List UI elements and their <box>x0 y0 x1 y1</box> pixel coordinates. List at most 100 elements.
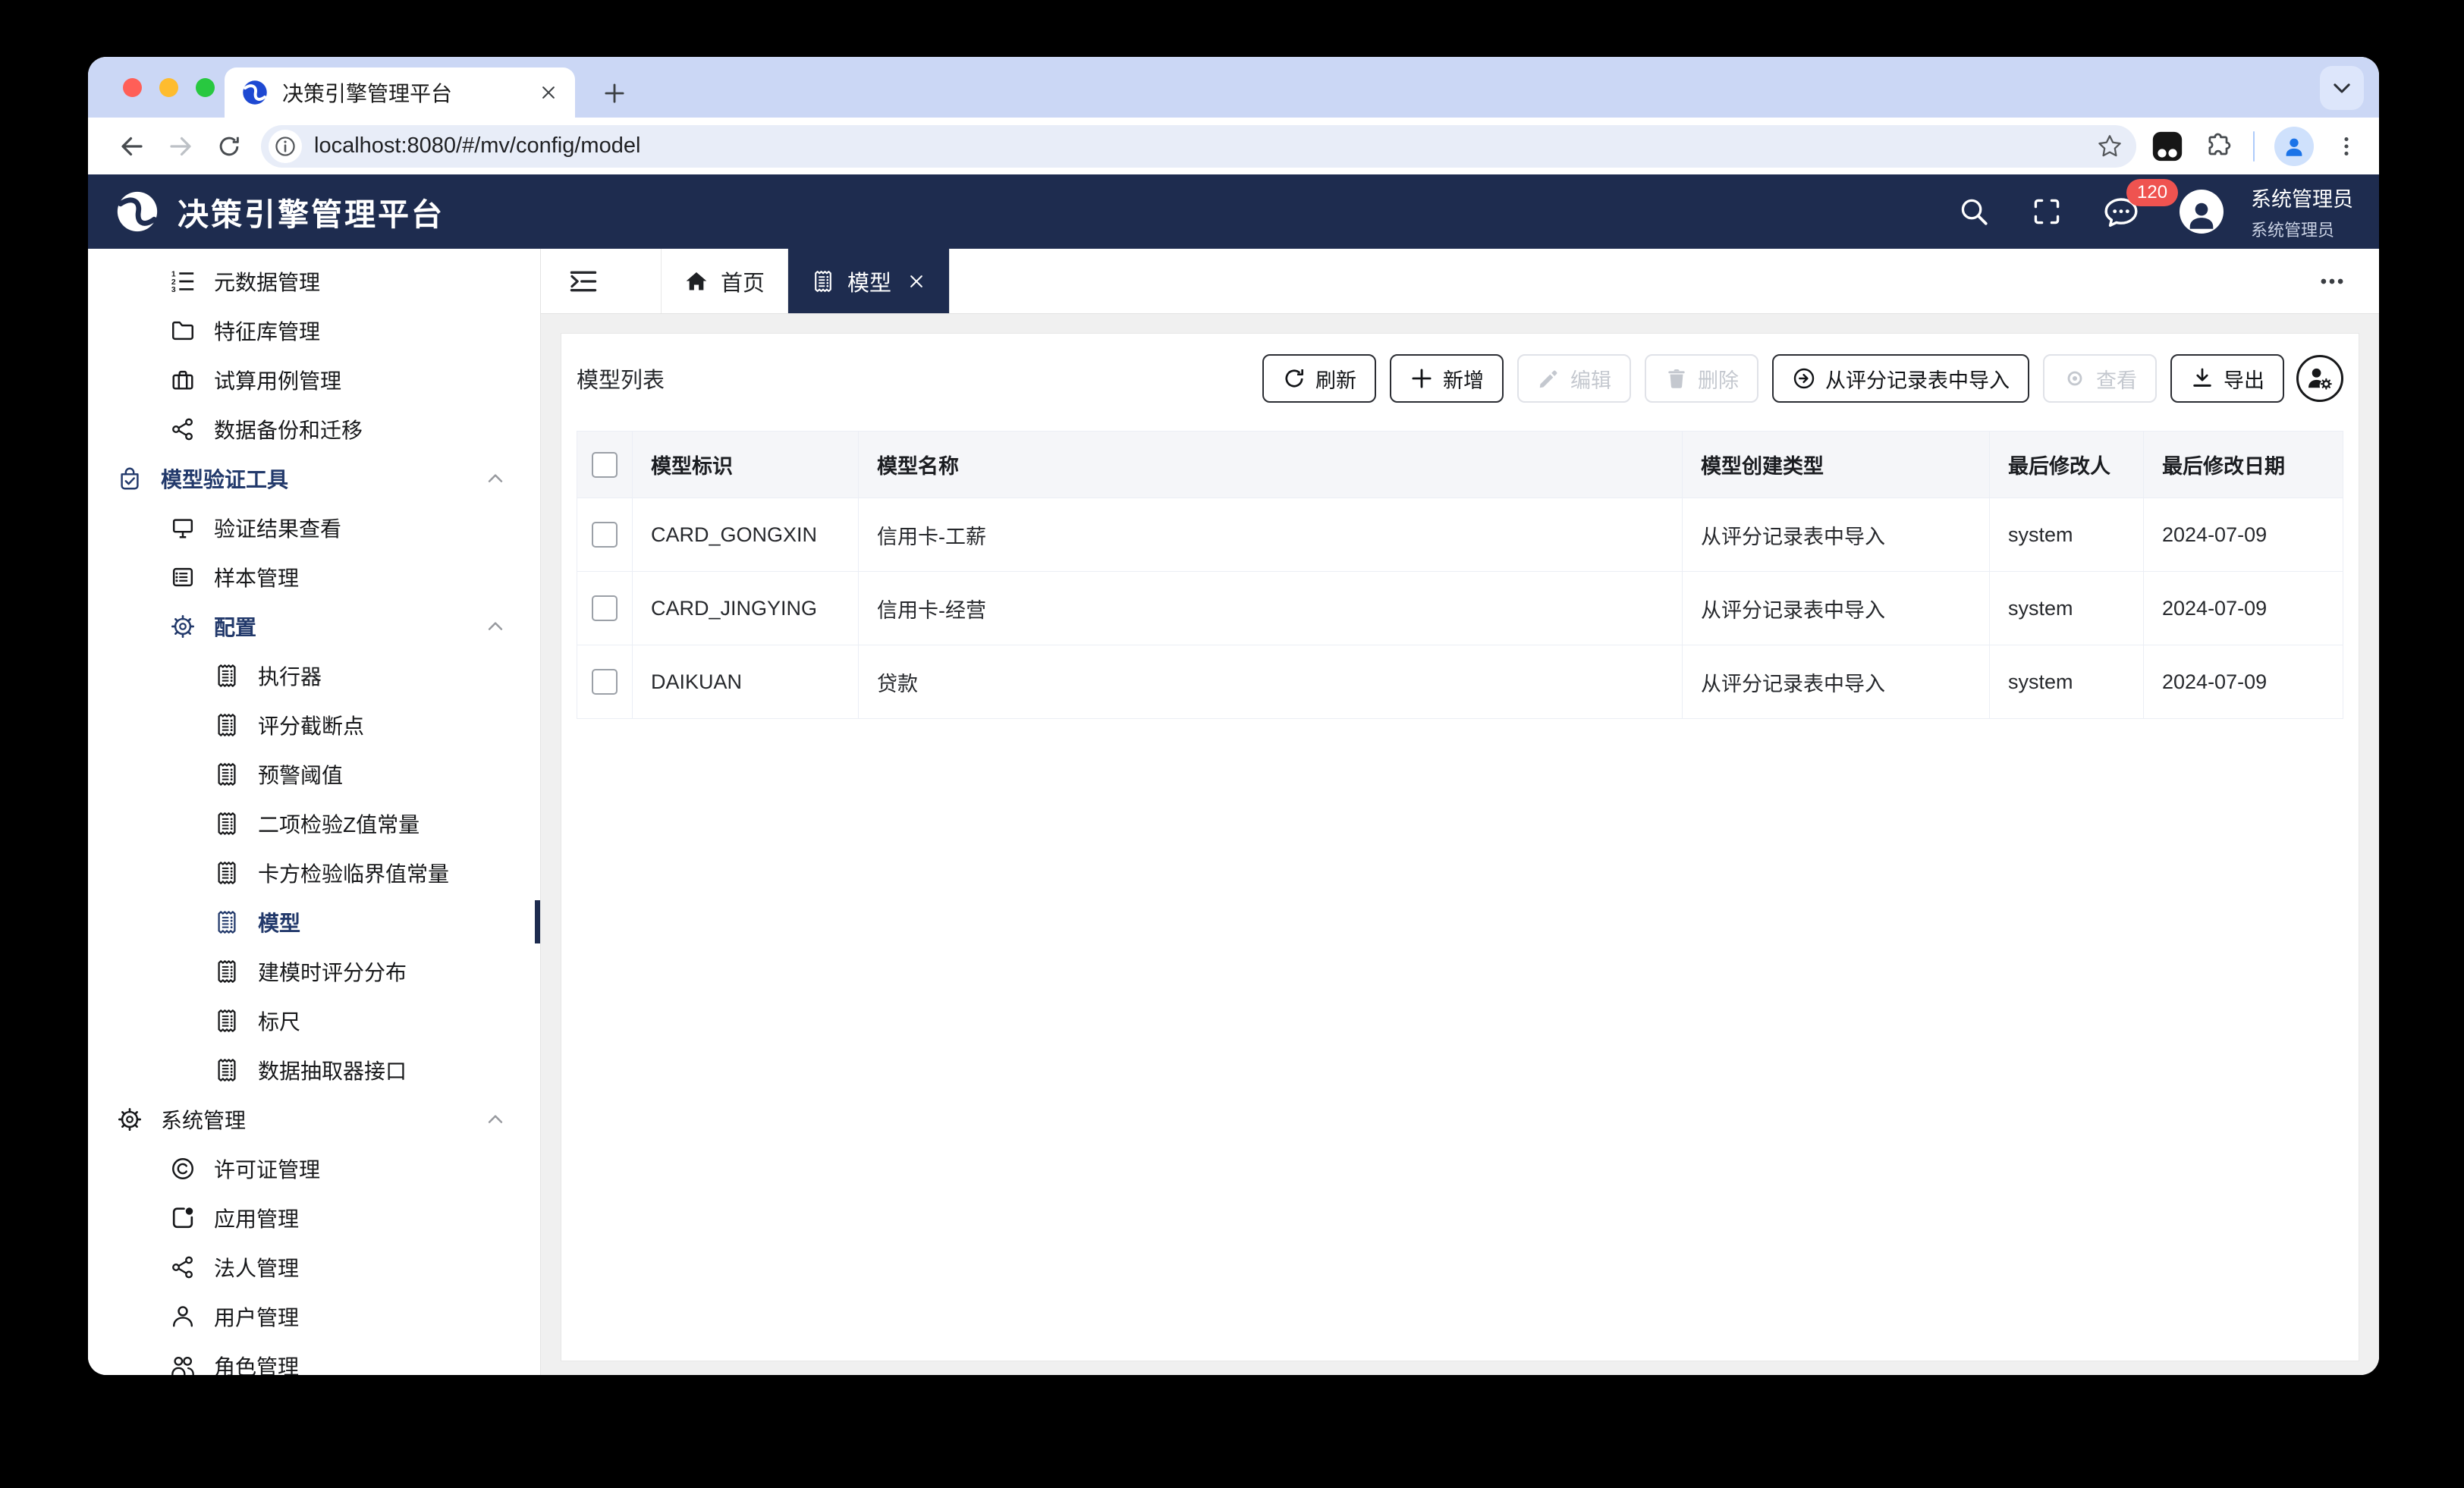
sidebar-item-applications[interactable]: 应用管理 <box>88 1193 540 1242</box>
arrow-right-circle-icon <box>1792 366 1816 391</box>
sidebar-item-sample-management[interactable]: 样本管理 <box>88 552 540 601</box>
row-checkbox[interactable] <box>592 669 618 695</box>
browser-tabstrip: 决策引擎管理平台 <box>88 57 2379 118</box>
new-tab-button[interactable] <box>595 74 634 113</box>
sidebar-item-model[interactable]: 模型 <box>88 897 540 946</box>
fullscreen-button[interactable] <box>2031 196 2063 228</box>
back-button[interactable] <box>108 122 156 171</box>
browser-tab[interactable]: 决策引擎管理平台 <box>225 67 575 118</box>
browser-profile-button[interactable] <box>2274 126 2314 166</box>
sidebar-item-warning-threshold[interactable]: 预警阈值 <box>88 749 540 799</box>
extension-app-icon[interactable] <box>2150 129 2185 164</box>
sidebar-item-label: 用户管理 <box>214 1305 300 1329</box>
global-search-button[interactable] <box>1958 196 1990 228</box>
user-avatar[interactable] <box>2180 190 2224 234</box>
sidebar-group-config[interactable]: 配置 <box>88 601 540 651</box>
sidebar-item-data-backup[interactable]: 数据备份和迁移 <box>88 404 540 454</box>
button-label: 删除 <box>1698 369 1739 392</box>
cell-model-name: 贷款 <box>858 645 1683 719</box>
add-button[interactable]: 新增 <box>1390 354 1504 403</box>
minimize-window-button[interactable] <box>159 78 178 97</box>
sidebar-item-label: 特征库管理 <box>214 319 321 344</box>
sidebar-item-roles[interactable]: 角色管理 <box>88 1341 540 1375</box>
table-row[interactable]: CARD_GONGXIN 信用卡-工薪 从评分记录表中导入 system 202… <box>577 498 2343 572</box>
message-count-badge: 120 <box>2126 179 2179 206</box>
extensions-puzzle-icon[interactable] <box>2205 132 2233 161</box>
url-bar[interactable]: localhost:8080/#/mv/config/model <box>261 124 2136 168</box>
select-all-checkbox[interactable] <box>592 451 618 478</box>
tab-model[interactable]: 模型 <box>788 249 951 313</box>
edit-button[interactable]: 编辑 <box>1517 354 1631 403</box>
row-checkbox[interactable] <box>592 522 618 548</box>
chevron-up-icon <box>486 1110 505 1129</box>
user-gear-icon <box>2305 363 2335 394</box>
sidebar-item-label: 试算用例管理 <box>214 369 342 393</box>
url-text[interactable]: localhost:8080/#/mv/config/model <box>314 133 2097 159</box>
sidebar-item-trial-cases[interactable]: 试算用例管理 <box>88 355 540 404</box>
sidebar-item-label: 评分截断点 <box>258 714 365 738</box>
sidebar-group-system[interactable]: 系统管理 <box>88 1094 540 1144</box>
sidebar-item-executor[interactable]: 执行器 <box>88 651 540 700</box>
close-tab-icon[interactable] <box>539 83 558 102</box>
column-header: 最后修改日期 <box>2143 431 2343 498</box>
sidebar-group-model-validation[interactable]: 模型验证工具 <box>88 454 540 503</box>
sidebar-item-data-extractor[interactable]: 数据抽取器接口 <box>88 1045 540 1094</box>
site-info-button[interactable] <box>269 129 302 163</box>
tab-home[interactable]: 首页 <box>661 249 789 313</box>
view-button[interactable]: 查看 <box>2043 354 2157 403</box>
reload-button[interactable] <box>205 122 253 171</box>
sidebar-item-score-cutoff[interactable]: 评分截断点 <box>88 700 540 749</box>
maximize-window-button[interactable] <box>196 78 215 97</box>
cell-modified-date: 2024-07-09 <box>2143 571 2343 645</box>
sidebar-item-users[interactable]: 用户管理 <box>88 1292 540 1341</box>
user-permission-button[interactable] <box>2296 355 2343 402</box>
refresh-button[interactable]: 刷新 <box>1262 354 1376 403</box>
sidebar-item-feature-library[interactable]: 特征库管理 <box>88 306 540 355</box>
sidebar-item-validation-results[interactable]: 验证结果查看 <box>88 503 540 552</box>
delete-button[interactable]: 删除 <box>1645 354 1758 403</box>
sidebar-item-license[interactable]: 许可证管理 <box>88 1144 540 1193</box>
sidebar-item-metadata[interactable]: 元数据管理 <box>88 256 540 306</box>
download-icon <box>2190 366 2214 391</box>
tab-search-button[interactable] <box>2320 66 2364 110</box>
collapse-sidebar-icon[interactable] <box>568 266 599 297</box>
tab-label: 模型 <box>847 271 892 296</box>
button-label: 新增 <box>1443 369 1484 392</box>
cell-modified-by: system <box>1989 645 2144 719</box>
import-from-score-records-button[interactable]: 从评分记录表中导入 <box>1772 354 2029 403</box>
sidebar-item-ruler[interactable]: 标尺 <box>88 996 540 1045</box>
export-button[interactable]: 导出 <box>2170 354 2284 403</box>
close-window-button[interactable] <box>123 78 142 97</box>
main-area: 首页 模型 模型列表 刷新 新增 编辑 删除 从评分记录表中导入 查看 导出 模… <box>541 249 2379 1375</box>
window-controls <box>123 78 215 97</box>
table-row[interactable]: DAIKUAN 贷款 从评分记录表中导入 system 2024-07-09 <box>577 645 2343 719</box>
sidebar-item-label: 数据抽取器接口 <box>258 1059 407 1083</box>
browser-toolbar: localhost:8080/#/mv/config/model <box>88 118 2379 174</box>
sidebar-item-label: 建模时评分分布 <box>258 960 407 984</box>
people-icon <box>170 1353 196 1376</box>
plus-icon <box>1410 366 1434 391</box>
sidebar-item-legal-entity[interactable]: 法人管理 <box>88 1242 540 1292</box>
trash-icon <box>1664 366 1689 391</box>
sidebar-item-modeling-score-dist[interactable]: 建模时评分分布 <box>88 946 540 996</box>
sidebar-item-binomial-z[interactable]: 二项检验Z值常量 <box>88 799 540 848</box>
close-tab-icon[interactable] <box>907 272 926 291</box>
forward-button[interactable] <box>156 122 205 171</box>
bookmark-star-icon[interactable] <box>2097 133 2123 159</box>
cell-model-id: CARD_JINGYING <box>632 571 859 645</box>
app-navbar: 决策引擎管理平台 120 系统管理员 系统管理员 <box>88 174 2379 249</box>
browser-menu-kebab-icon[interactable] <box>2334 133 2359 159</box>
tab-options-kebab-icon[interactable] <box>2317 266 2347 297</box>
row-checkbox[interactable] <box>592 595 618 621</box>
app-navbar-right: 120 系统管理员 系统管理员 <box>1958 179 2353 241</box>
pencil-icon <box>1537 366 1561 391</box>
browser-tab-title: 决策引擎管理平台 <box>282 82 453 105</box>
receipt-icon <box>214 712 240 738</box>
sidebar-item-chi-square[interactable]: 卡方检验临界值常量 <box>88 848 540 897</box>
messages-button[interactable]: 120 <box>2104 179 2179 229</box>
browser-toolbar-right <box>2150 126 2359 166</box>
table-row[interactable]: CARD_JINGYING 信用卡-经营 从评分记录表中导入 system 20… <box>577 571 2343 645</box>
cell-modified-date: 2024-07-09 <box>2143 645 2343 719</box>
user-info[interactable]: 系统管理员 系统管理员 <box>2251 183 2353 241</box>
receipt-icon <box>214 959 240 984</box>
